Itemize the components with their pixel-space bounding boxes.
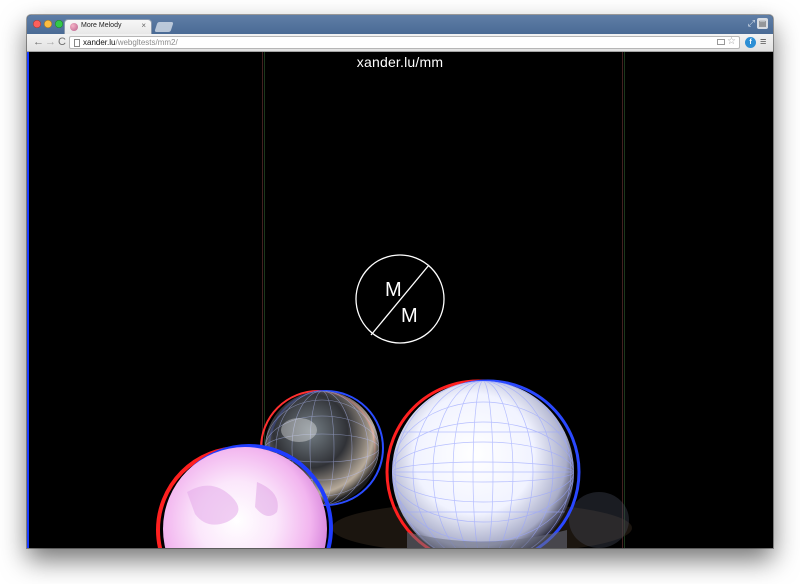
tab-strip: More Melody × ⤢ ▤ bbox=[27, 15, 773, 34]
back-button[interactable]: ← bbox=[33, 36, 44, 49]
logo-letter-top: M bbox=[385, 279, 402, 301]
minimize-window-button[interactable] bbox=[44, 20, 52, 28]
profile-icon[interactable]: ▤ bbox=[757, 18, 768, 29]
menu-icon[interactable]: ≡ bbox=[760, 36, 766, 49]
close-window-button[interactable] bbox=[33, 20, 41, 28]
tab-more-melody[interactable]: More Melody × bbox=[64, 19, 152, 34]
mm-logo[interactable]: M M bbox=[355, 254, 445, 344]
url-host: xander.lu bbox=[83, 38, 116, 47]
bookmark-star-icon[interactable]: ☆ bbox=[727, 36, 736, 47]
browser-toolbar: ← → C xander.lu/webgltests/mm2/ ☆ f ≡ bbox=[27, 34, 773, 52]
sphere-scene: M M bbox=[156, 254, 632, 548]
floor-glow bbox=[569, 492, 629, 548]
extension-icon[interactable]: f bbox=[745, 37, 756, 48]
tab-close-icon[interactable]: × bbox=[141, 21, 146, 30]
page-heading[interactable]: xander.lu/mm bbox=[27, 54, 773, 70]
webgl-viewport[interactable]: M M xander.lu/mm bbox=[27, 52, 773, 548]
page-icon bbox=[74, 39, 80, 47]
logo-letter-bottom: M bbox=[401, 305, 418, 327]
resize-icon[interactable]: ⤢ bbox=[748, 18, 755, 29]
browser-window: More Melody × ⤢ ▤ ← → C xander.lu/webglt… bbox=[27, 15, 773, 548]
new-tab-button[interactable] bbox=[154, 22, 174, 32]
address-bar[interactable]: xander.lu/webgltests/mm2/ ☆ bbox=[69, 36, 740, 49]
favicon-icon bbox=[70, 23, 78, 31]
glass-highlight bbox=[281, 418, 317, 442]
maximize-window-button[interactable] bbox=[55, 20, 63, 28]
tab-title: More Melody bbox=[81, 22, 122, 29]
reload-button[interactable]: C bbox=[58, 36, 66, 49]
cast-icon[interactable] bbox=[717, 39, 725, 45]
large-white-sphere bbox=[392, 381, 574, 548]
forward-button[interactable]: → bbox=[45, 36, 56, 49]
url-text[interactable]: xander.lu/webgltests/mm2/ bbox=[83, 38, 178, 48]
url-path: /webgltests/mm2/ bbox=[115, 38, 178, 47]
